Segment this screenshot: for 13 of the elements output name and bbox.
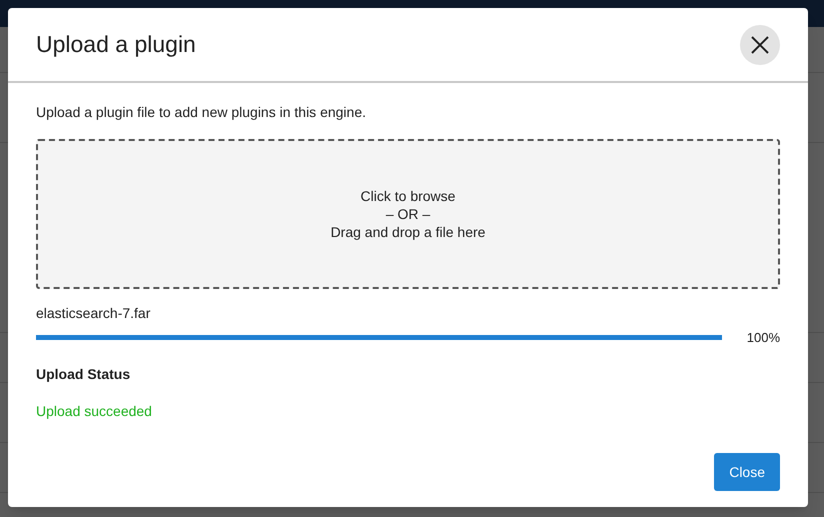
dialog-title: Upload a plugin [36, 30, 196, 60]
close-button[interactable]: Close [714, 453, 780, 491]
progress-percent: 100% [746, 329, 780, 347]
status-heading: Upload Status [36, 364, 132, 384]
file-name: elasticsearch-7.far [36, 304, 152, 323]
close-icon-button[interactable] [740, 24, 780, 64]
status-message: Upload succeeded [36, 402, 153, 421]
dropzone-text: Drag and drop a file here [330, 223, 486, 241]
dropzone[interactable]: Click to browse – OR – Drag and drop a file here [36, 139, 780, 289]
dropzone-text: – OR – [386, 205, 430, 223]
close-icon [750, 34, 770, 54]
description-text: Upload a plugin file to add new plugins in this engine. [36, 103, 368, 122]
dropzone-text: Click to browse [360, 187, 456, 205]
